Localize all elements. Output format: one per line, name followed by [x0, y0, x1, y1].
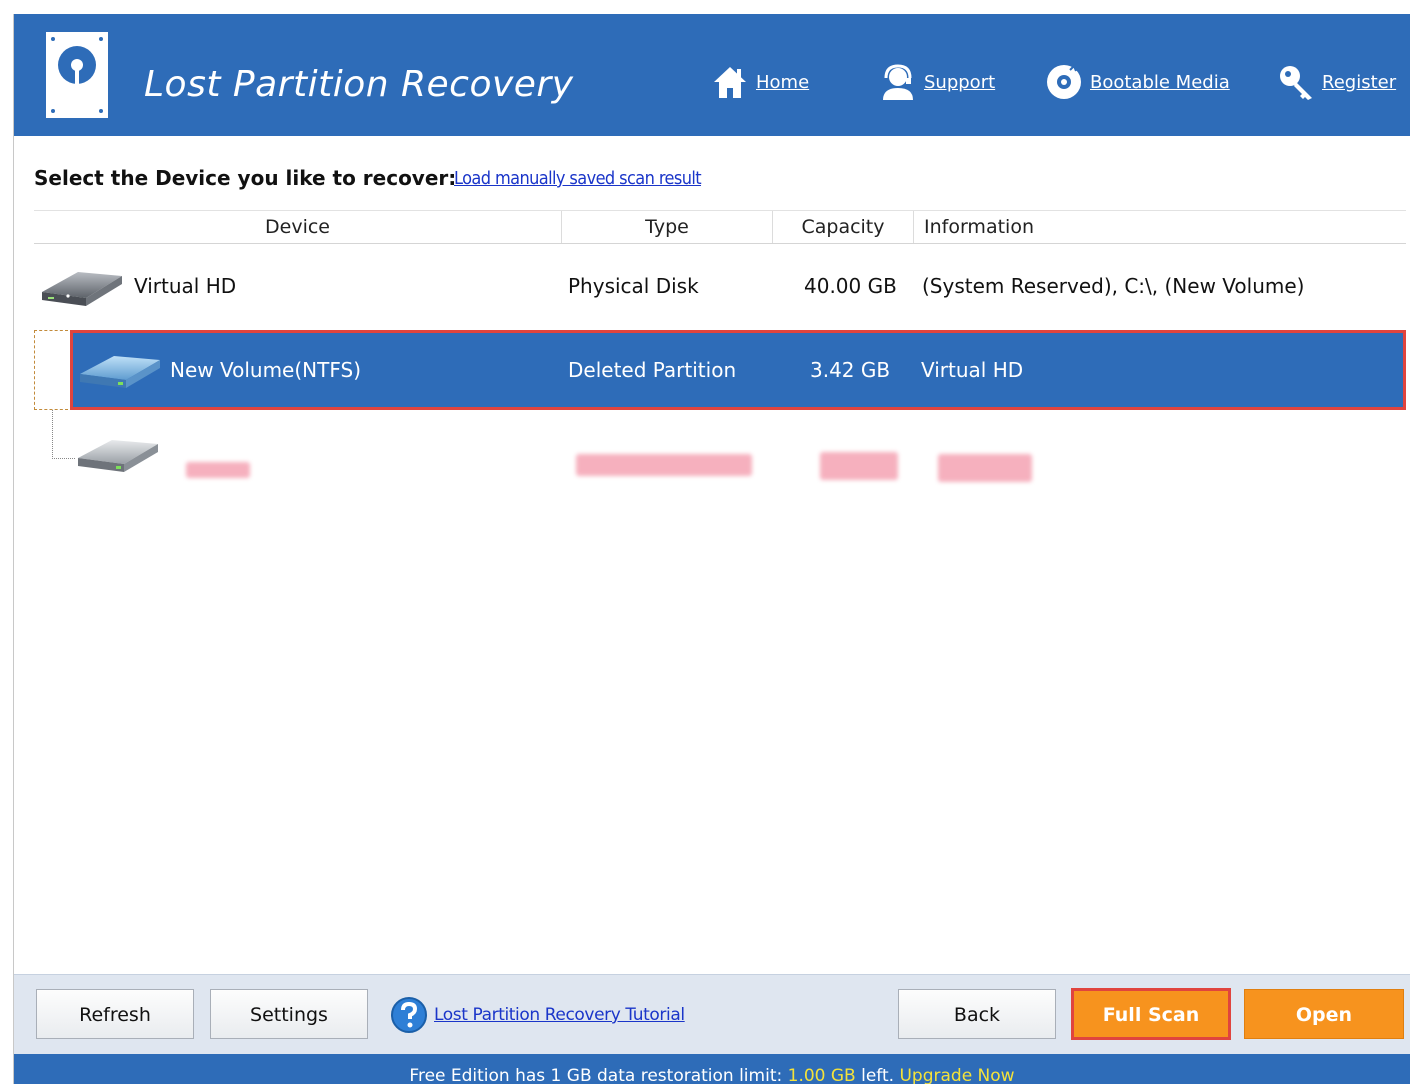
device-capacity: 3.42 GB [810, 358, 891, 382]
tutorial-link[interactable]: Lost Partition Recovery Tutorial [390, 995, 685, 1035]
tutorial-link-label: Lost Partition Recovery Tutorial [434, 1005, 685, 1025]
disc-icon [1047, 64, 1081, 99]
hard-drive-logo-icon [46, 32, 108, 118]
column-header-information[interactable]: Information [914, 211, 1406, 243]
app-header: Lost Partition Recovery Home Support Boo… [14, 14, 1410, 136]
partition-icon [80, 356, 160, 388]
redacted-device-information [938, 454, 1032, 482]
help-icon [391, 997, 427, 1033]
table-row-selected[interactable]: New Volume(NTFS) Deleted Partition 3.42 … [70, 330, 1406, 410]
app-title: Lost Partition Recovery [144, 64, 574, 105]
nav-home[interactable]: Home [710, 62, 809, 102]
hard-disk-icon [42, 272, 122, 306]
nav-register-label: Register [1322, 71, 1397, 93]
device-type: Physical Disk [568, 274, 699, 298]
device-type: Deleted Partition [568, 358, 737, 382]
device-name: Virtual HD [134, 274, 237, 298]
settings-button[interactable]: Settings [210, 989, 368, 1039]
partition-icon [78, 440, 158, 472]
redacted-device-name [186, 462, 250, 478]
status-left-text: left. [855, 1066, 900, 1084]
redacted-device-type [576, 454, 752, 476]
support-icon [883, 64, 913, 100]
device-information: (System Reserved), C:\, (New Volume) [922, 274, 1305, 298]
nav-bootable-media-label: Bootable Media [1090, 71, 1230, 93]
table-row[interactable] [70, 414, 1406, 494]
nav-register[interactable]: Register [1276, 62, 1396, 102]
nav-support-label: Support [924, 71, 996, 93]
upgrade-now-link[interactable]: Upgrade Now [899, 1066, 1014, 1084]
back-button[interactable]: Back [898, 989, 1056, 1039]
full-scan-button[interactable]: Full Scan [1071, 988, 1231, 1040]
table-row[interactable]: Virtual HD Physical Disk 40.00 GB (Syste… [34, 246, 1406, 326]
status-bar: Free Edition has 1 GB data restoration l… [14, 1054, 1410, 1084]
refresh-button[interactable]: Refresh [36, 989, 194, 1039]
nav-bootable-media[interactable]: Bootable Media [1044, 62, 1230, 102]
bottom-toolbar: Refresh Settings Lost Partition Recovery… [14, 974, 1410, 1055]
device-information: Virtual HD [921, 358, 1024, 382]
device-table-header: Device Type Capacity Information [34, 210, 1406, 244]
status-limit-text: Free Edition has 1 GB data restoration l… [409, 1066, 788, 1084]
device-capacity: 40.00 GB [804, 274, 897, 298]
column-header-type[interactable]: Type [562, 211, 773, 243]
column-header-capacity[interactable]: Capacity [773, 211, 914, 243]
key-icon [1280, 66, 1312, 100]
nav-support[interactable]: Support [878, 62, 995, 102]
home-icon [714, 67, 746, 98]
load-scan-result-link[interactable]: Load manually saved scan result [454, 168, 702, 189]
nav-home-label: Home [756, 71, 810, 93]
app-window: Lost Partition Recovery Home Support Boo… [14, 14, 1410, 1084]
status-remaining-amount: 1.00 GB [787, 1066, 856, 1084]
column-header-device[interactable]: Device [34, 211, 562, 243]
device-name: New Volume(NTFS) [170, 358, 361, 382]
device-prompt-label: Select the Device you like to recover: [34, 166, 457, 190]
tree-focus-indicator [34, 330, 68, 410]
open-button[interactable]: Open [1244, 989, 1404, 1039]
redacted-device-capacity [820, 452, 898, 480]
